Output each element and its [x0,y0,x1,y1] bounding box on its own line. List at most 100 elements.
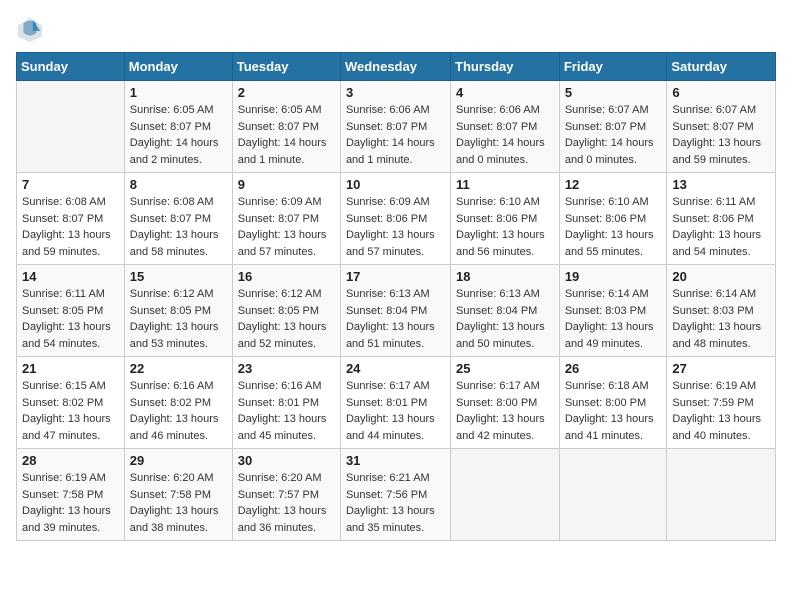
sunset-label: Sunset: [565,121,605,133]
sunset-label: Sunset: [456,305,496,317]
day-info: Sunrise: 6:07 AM Sunset: 8:07 PM Dayligh… [565,102,662,168]
sunset-label: Sunset: [672,305,712,317]
day-number: 25 [456,361,554,376]
day-info: Sunrise: 6:13 AM Sunset: 8:04 PM Dayligh… [456,286,554,352]
sunrise-label: Sunrise: [22,196,65,208]
sunset-label: Sunset: [238,121,278,133]
day-info: Sunrise: 6:07 AM Sunset: 8:07 PM Dayligh… [672,102,770,168]
sunset-time: 8:02 PM [170,397,211,409]
sunset-time: 7:56 PM [386,489,427,501]
daylight-label: Daylight: [238,505,284,517]
day-number: 10 [346,177,445,192]
day-number: 31 [346,453,445,468]
sunset-time: 8:01 PM [278,397,319,409]
calendar-day-cell: 8 Sunrise: 6:08 AM Sunset: 8:07 PM Dayli… [124,173,232,265]
sunrise-time: 6:16 AM [173,380,213,392]
day-number: 27 [672,361,770,376]
day-number: 28 [22,453,119,468]
daylight-label: Daylight: [22,413,68,425]
calendar-day-cell: 25 Sunrise: 6:17 AM Sunset: 8:00 PM Dayl… [451,357,560,449]
day-info: Sunrise: 6:09 AM Sunset: 8:06 PM Dayligh… [346,194,445,260]
day-number: 26 [565,361,662,376]
calendar-week-row: 1 Sunrise: 6:05 AM Sunset: 8:07 PM Dayli… [17,81,776,173]
sunrise-time: 6:06 AM [389,104,429,116]
sunset-label: Sunset: [238,489,278,501]
day-number: 2 [238,85,335,100]
day-number: 20 [672,269,770,284]
sunset-time: 8:07 PM [605,121,646,133]
sunrise-time: 6:18 AM [608,380,648,392]
daylight-label: Daylight: [456,321,502,333]
sunset-label: Sunset: [130,121,170,133]
sunrise-label: Sunrise: [130,104,173,116]
daylight-label: Daylight: [238,229,284,241]
weekday-header-row: SundayMondayTuesdayWednesdayThursdayFrid… [17,53,776,81]
daylight-label: Daylight: [672,229,718,241]
calendar-day-cell: 17 Sunrise: 6:13 AM Sunset: 8:04 PM Dayl… [340,265,450,357]
sunset-time: 8:03 PM [713,305,754,317]
sunset-label: Sunset: [22,305,62,317]
sunrise-time: 6:09 AM [281,196,321,208]
sunrise-label: Sunrise: [346,104,389,116]
day-info: Sunrise: 6:12 AM Sunset: 8:05 PM Dayligh… [238,286,335,352]
sunrise-time: 6:08 AM [173,196,213,208]
sunrise-time: 6:15 AM [65,380,105,392]
day-number: 18 [456,269,554,284]
sunset-label: Sunset: [346,213,386,225]
daylight-label: Daylight: [456,137,502,149]
day-info: Sunrise: 6:08 AM Sunset: 8:07 PM Dayligh… [130,194,227,260]
sunrise-time: 6:07 AM [716,104,756,116]
day-info: Sunrise: 6:11 AM Sunset: 8:05 PM Dayligh… [22,286,119,352]
day-info: Sunrise: 6:05 AM Sunset: 8:07 PM Dayligh… [238,102,335,168]
day-number: 15 [130,269,227,284]
day-number: 30 [238,453,335,468]
sunrise-time: 6:19 AM [65,472,105,484]
sunset-label: Sunset: [22,213,62,225]
sunset-time: 8:00 PM [605,397,646,409]
sunrise-label: Sunrise: [238,288,281,300]
sunset-label: Sunset: [130,213,170,225]
calendar-day-cell: 15 Sunrise: 6:12 AM Sunset: 8:05 PM Dayl… [124,265,232,357]
day-number: 1 [130,85,227,100]
daylight-label: Daylight: [130,505,176,517]
daylight-label: Daylight: [346,229,392,241]
daylight-label: Daylight: [565,321,611,333]
day-info: Sunrise: 6:11 AM Sunset: 8:06 PM Dayligh… [672,194,770,260]
day-info: Sunrise: 6:05 AM Sunset: 8:07 PM Dayligh… [130,102,227,168]
day-info: Sunrise: 6:16 AM Sunset: 8:02 PM Dayligh… [130,378,227,444]
daylight-label: Daylight: [346,321,392,333]
day-info: Sunrise: 6:18 AM Sunset: 8:00 PM Dayligh… [565,378,662,444]
calendar-day-cell: 20 Sunrise: 6:14 AM Sunset: 8:03 PM Dayl… [667,265,776,357]
sunrise-time: 6:19 AM [716,380,756,392]
sunrise-label: Sunrise: [672,288,715,300]
day-number: 6 [672,85,770,100]
sunset-label: Sunset: [346,305,386,317]
calendar-day-cell: 10 Sunrise: 6:09 AM Sunset: 8:06 PM Dayl… [340,173,450,265]
daylight-label: Daylight: [346,413,392,425]
sunset-label: Sunset: [565,397,605,409]
sunset-time: 8:05 PM [170,305,211,317]
calendar-day-cell: 12 Sunrise: 6:10 AM Sunset: 8:06 PM Dayl… [559,173,667,265]
calendar-day-cell: 2 Sunrise: 6:05 AM Sunset: 8:07 PM Dayli… [232,81,340,173]
sunset-time: 7:57 PM [278,489,319,501]
day-info: Sunrise: 6:19 AM Sunset: 7:58 PM Dayligh… [22,470,119,536]
logo-icon [16,16,44,44]
day-number: 24 [346,361,445,376]
day-number: 12 [565,177,662,192]
calendar-day-cell: 6 Sunrise: 6:07 AM Sunset: 8:07 PM Dayli… [667,81,776,173]
sunrise-time: 6:14 AM [608,288,648,300]
calendar-day-cell: 29 Sunrise: 6:20 AM Sunset: 7:58 PM Dayl… [124,449,232,541]
sunrise-label: Sunrise: [672,104,715,116]
calendar-day-cell: 23 Sunrise: 6:16 AM Sunset: 8:01 PM Dayl… [232,357,340,449]
calendar-day-cell: 30 Sunrise: 6:20 AM Sunset: 7:57 PM Dayl… [232,449,340,541]
sunset-time: 8:07 PM [62,213,103,225]
calendar-day-cell [17,81,125,173]
calendar-day-cell: 31 Sunrise: 6:21 AM Sunset: 7:56 PM Dayl… [340,449,450,541]
calendar-table: SundayMondayTuesdayWednesdayThursdayFrid… [16,52,776,541]
calendar-day-cell: 13 Sunrise: 6:11 AM Sunset: 8:06 PM Dayl… [667,173,776,265]
weekday-header-cell: Saturday [667,53,776,81]
daylight-label: Daylight: [565,137,611,149]
day-number: 16 [238,269,335,284]
day-info: Sunrise: 6:15 AM Sunset: 8:02 PM Dayligh… [22,378,119,444]
sunset-label: Sunset: [130,489,170,501]
